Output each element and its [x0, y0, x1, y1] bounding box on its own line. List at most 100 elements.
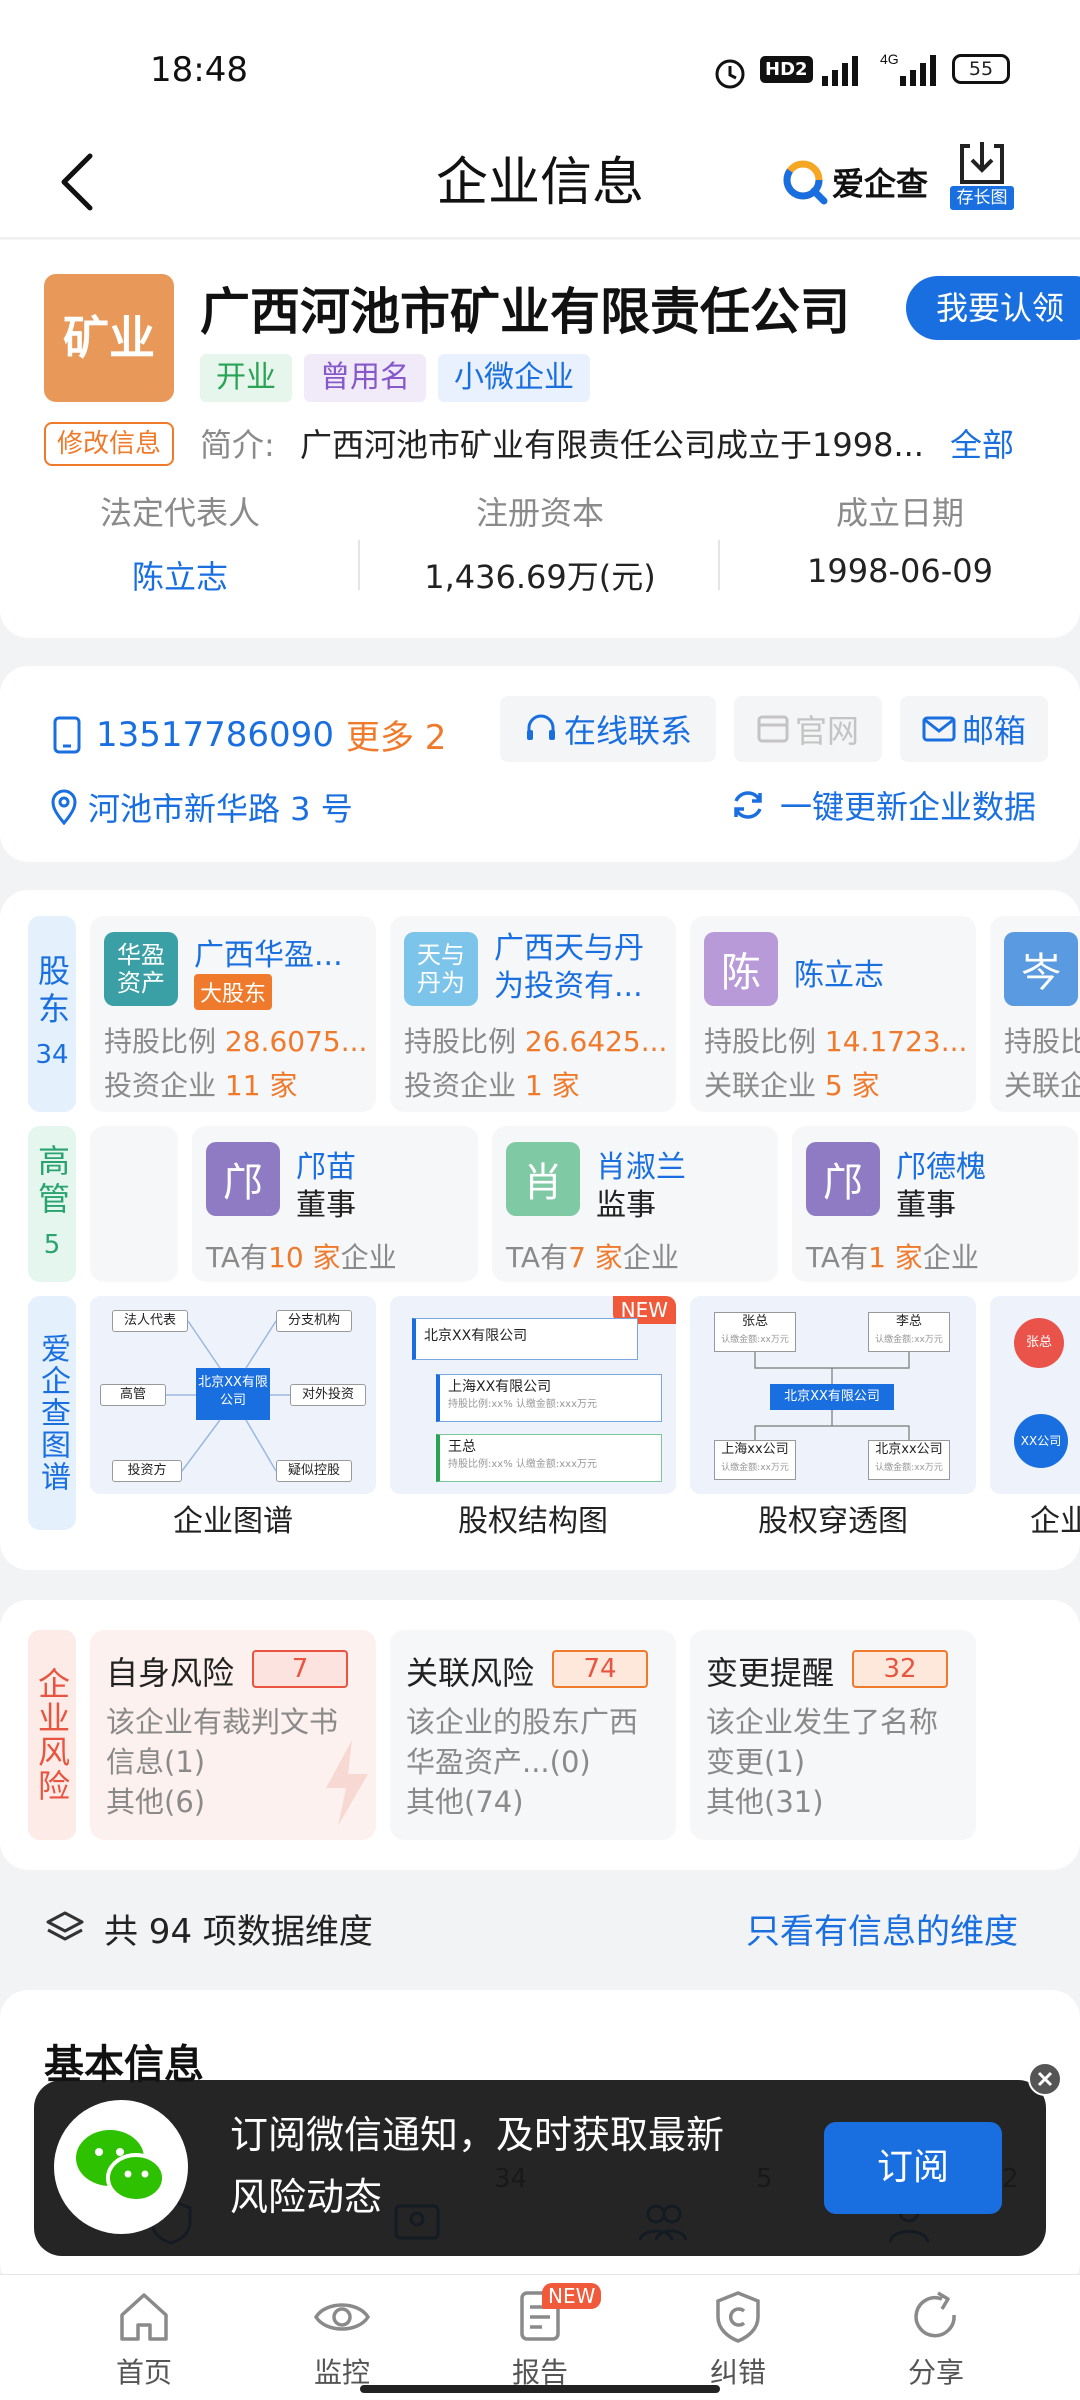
legal-rep-link[interactable]: 陈立志	[0, 552, 360, 598]
shareholder-card[interactable]: 陈 陈立志 持股比例 14.1723... 关联企业 5 家	[690, 916, 976, 1112]
graph-label: 企业图谱	[173, 1504, 293, 1539]
count-prefix: TA有	[206, 1241, 269, 1274]
graph-card[interactable]: NEW 北京XX有限公司 上海XX有限公司 持股比例:xx% 认缴金额:xxx万元…	[390, 1296, 676, 1539]
section-label: 高管	[33, 1144, 71, 1220]
address-text[interactable]: 河池市新华路 3 号	[88, 784, 353, 830]
structure-row: 北京XX有限公司	[412, 1318, 638, 1360]
executive-company-count: TA有7 家企业	[506, 1236, 679, 1276]
close-banner-button[interactable]	[1028, 2062, 1062, 2096]
risk-line: 该企业的股东广西	[406, 1705, 639, 1739]
filter-dimensions-link[interactable]: 只看有信息的维度	[746, 1904, 1018, 1953]
stat-label: 注册资本	[475, 494, 604, 532]
graph-card[interactable]: 张总 XX公司 企业	[990, 1296, 1080, 1539]
email-button[interactable]: 邮箱	[900, 696, 1048, 762]
risk-section-tab[interactable]: 企业风险	[28, 1630, 76, 1840]
executive-card[interactable]: 肖 肖淑兰 监事 TA有7 家企业	[492, 1126, 778, 1282]
download-icon	[960, 142, 1004, 184]
edit-info-button[interactable]: 修改信息	[44, 422, 174, 466]
address-row[interactable]: 河池市新华路 3 号	[50, 784, 353, 830]
executive-card-partial[interactable]	[90, 1126, 178, 1282]
shareholder-card[interactable]: 天与丹为 广西天与丹为投资有... 持股比例 26.6425... 投资企业 1…	[390, 916, 676, 1112]
nav-share[interactable]: 分享	[828, 2275, 1044, 2395]
website-label: 官网	[794, 712, 859, 750]
phone-number[interactable]: 13517786090	[96, 715, 334, 755]
major-shareholder-badge: 大股东	[194, 974, 273, 1010]
related-label: 关联企业	[704, 1069, 817, 1102]
share-ratio-value: 14.1723...	[824, 1025, 968, 1058]
executive-card[interactable]: 邝 邝苗 董事 TA有10 家企业	[192, 1126, 478, 1282]
eye-icon	[313, 2303, 371, 2331]
tag-former-name[interactable]: 曾用名	[304, 354, 426, 402]
stat-value: 1,436.69万(元)	[424, 558, 656, 596]
risk-card-change[interactable]: 变更提醒 32 该企业发生了名称 变更(1) 其他(31)	[690, 1630, 976, 1840]
report-new-badge: NEW	[542, 2283, 602, 2309]
nav-home[interactable]: 首页	[36, 2275, 252, 2395]
brand-name: 爱企查	[832, 165, 929, 203]
structure-row-name: 王总	[448, 1439, 476, 1455]
graphs-section-tab[interactable]: 爱企查图谱	[28, 1296, 76, 1530]
risk-title: 关联风险	[406, 1654, 535, 1692]
svg-text:4G: 4G	[880, 51, 899, 67]
related-row: 关联企业 5 家	[704, 1064, 880, 1104]
investment-row: 投资企业 1 家	[404, 1064, 580, 1104]
bottom-nav: 首页 监控 NEW 报告 纠错 分享	[0, 2274, 1080, 2400]
wechat-icon	[54, 2100, 188, 2234]
share-ratio-row: 持股比例 26.6425...	[404, 1020, 667, 1060]
battery-level: 55	[968, 58, 994, 80]
nav-correction[interactable]: 纠错	[630, 2275, 846, 2395]
update-data-button[interactable]: 一键更新企业数据	[730, 782, 1036, 828]
save-long-image-button[interactable]: 存长图	[950, 138, 1014, 210]
nav-report[interactable]: NEW 报告	[432, 2275, 648, 2395]
subscribe-button[interactable]: 订阅	[824, 2122, 1002, 2214]
graph-node: 张总	[1014, 1318, 1064, 1368]
more-phones-link[interactable]: 更多 2	[346, 710, 446, 759]
investment-label: 投资企业	[104, 1069, 217, 1102]
investment-value: 1 家	[524, 1069, 580, 1102]
risk-card-self[interactable]: 自身风险 7 该企业有裁判文书 信息(1) 其他(6)	[90, 1630, 376, 1840]
section-label: 股东	[33, 954, 71, 1030]
shareholders-section-tab[interactable]: 股东 34	[28, 916, 76, 1112]
count-suffix: 企业	[622, 1241, 679, 1274]
share-ratio-label: 持股比例	[404, 1025, 517, 1058]
share-ratio-label: 持股比	[1004, 1025, 1080, 1058]
subscribe-text-line: 订阅微信通知，及时获取最新	[230, 2113, 725, 2157]
executive-role: 董事	[296, 1188, 356, 1223]
phone-icon	[53, 716, 81, 753]
graph-connectors	[166, 1320, 290, 1472]
graph-card[interactable]: 北京XX有限公司 法人代表 分支机构 高管 对外投资 投资方 疑似控股 企业图谱	[90, 1296, 376, 1539]
risk-count-badge: 7	[252, 1650, 348, 1688]
nav-monitor[interactable]: 监控	[234, 2275, 450, 2395]
stat-legal-rep: 法定代表人 陈立志	[0, 488, 360, 598]
nav-label: 首页	[115, 2356, 172, 2389]
shareholder-card[interactable]: 岑 持股比 关联企	[990, 916, 1080, 1112]
refresh-icon	[734, 791, 762, 819]
correction-icon	[716, 2291, 760, 2343]
risk-line: 信息(1)	[106, 1745, 206, 1779]
company-logo: 矿业	[44, 274, 174, 402]
investment-value: 11 家	[224, 1069, 298, 1102]
risk-card-related[interactable]: 关联风险 74 该企业的股东广西 华盈资产...(0) 其他(74)	[390, 1630, 676, 1840]
graph-card[interactable]: 张总 认缴金额:xx万元 李总 认缴金额:xx万元 北京XX有限公司 上海xx公司认…	[690, 1296, 976, 1539]
related-value: 5 家	[824, 1069, 880, 1102]
risk-line: 变更(1)	[706, 1745, 806, 1779]
executive-role: 监事	[596, 1188, 656, 1223]
company-name: 广西河池市矿业有限责任公司	[200, 283, 850, 341]
count-prefix: TA有	[806, 1241, 869, 1274]
phone-row[interactable]: 13517786090 更多 2	[50, 710, 446, 759]
header: 企业信息 爱企查 存长图	[0, 130, 1080, 238]
risk-detail: 该企业的股东广西 华盈资产...(0) 其他(74)	[406, 1702, 638, 1822]
executive-card[interactable]: 邝 邝德槐 董事 TA有1 家企业	[792, 1126, 1078, 1282]
claim-button[interactable]: 我要认领	[906, 276, 1080, 340]
status-time: 18:48	[150, 50, 248, 90]
executives-section-tab[interactable]: 高管 5	[28, 1126, 76, 1282]
shareholder-avatar: 陈	[704, 932, 778, 1006]
intro-all-link[interactable]: 全部	[950, 420, 1014, 466]
back-button[interactable]	[50, 142, 110, 222]
risk-card: 企业风险 自身风险 7 该企业有裁判文书 信息(1) 其他(6) 关联风险 74…	[0, 1600, 1080, 1870]
subscribe-text: 订阅微信通知，及时获取最新 风险动态	[230, 2104, 724, 2228]
website-button[interactable]: 官网	[734, 696, 882, 762]
online-contact-button[interactable]: 在线联系	[500, 696, 716, 762]
layers-icon	[46, 1911, 84, 1940]
enterprise-graph-thumbnail: 张总 XX公司	[990, 1296, 1080, 1494]
shareholder-card[interactable]: 华盈资产 广西华盈... 大股东 持股比例 28.6075... 投资企业 11…	[90, 916, 376, 1112]
